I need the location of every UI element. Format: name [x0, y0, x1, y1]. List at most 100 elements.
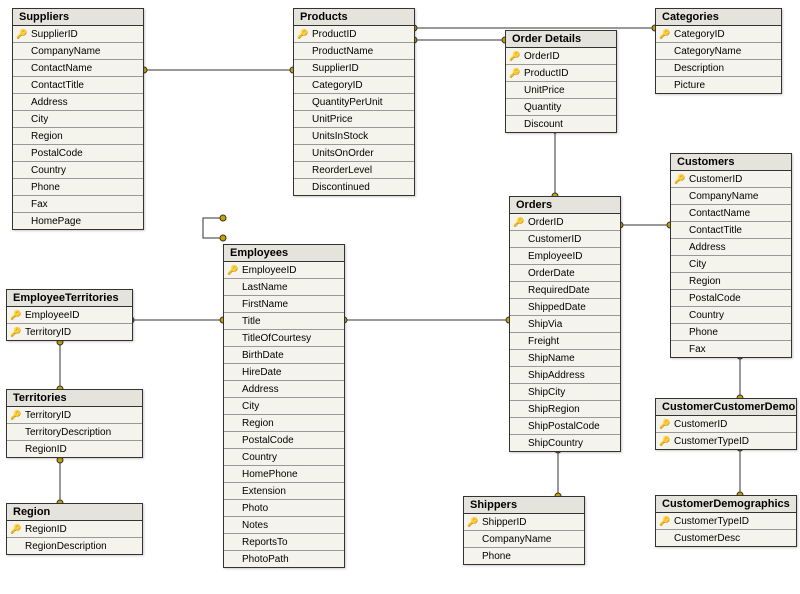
column-row[interactable]: City [671, 256, 791, 273]
column-row[interactable]: ShipCity [510, 384, 620, 401]
column-row[interactable]: CategoryID [294, 77, 414, 94]
column-row[interactable]: Extension [224, 483, 344, 500]
entity-products[interactable]: Products 🔑ProductIDProductNameSupplierID… [293, 8, 415, 196]
column-row[interactable]: Notes [224, 517, 344, 534]
entity-header[interactable]: Order Details [506, 31, 616, 48]
column-row[interactable]: Freight [510, 333, 620, 350]
column-row[interactable]: Region [224, 415, 344, 432]
column-row[interactable]: PostalCode [671, 290, 791, 307]
column-row[interactable]: ShipPostalCode [510, 418, 620, 435]
column-row[interactable]: 🔑CategoryID [656, 26, 781, 43]
entity-header[interactable]: Customers [671, 154, 791, 171]
entity-customer-demographics[interactable]: CustomerDemographics 🔑CustomerTypeIDCust… [655, 495, 797, 547]
column-row[interactable]: FirstName [224, 296, 344, 313]
column-row[interactable]: Photo [224, 500, 344, 517]
column-row[interactable]: Address [671, 239, 791, 256]
column-row[interactable]: OrderDate [510, 265, 620, 282]
column-row[interactable]: ShipAddress [510, 367, 620, 384]
column-row[interactable]: 🔑ShipperID [464, 514, 584, 531]
column-row[interactable]: Phone [464, 548, 584, 564]
column-row[interactable]: RequiredDate [510, 282, 620, 299]
column-row[interactable]: 🔑ProductID [506, 65, 616, 82]
column-row[interactable]: Phone [671, 324, 791, 341]
column-row[interactable]: 🔑CustomerTypeID [656, 433, 796, 449]
column-row[interactable]: BirthDate [224, 347, 344, 364]
column-row[interactable]: 🔑OrderID [506, 48, 616, 65]
entity-header[interactable]: CustomerDemographics [656, 496, 796, 513]
column-row[interactable]: CategoryName [656, 43, 781, 60]
column-row[interactable]: UnitsInStock [294, 128, 414, 145]
column-row[interactable]: 🔑SupplierID [13, 26, 143, 43]
column-row[interactable]: Address [13, 94, 143, 111]
column-row[interactable]: HireDate [224, 364, 344, 381]
column-row[interactable]: 🔑CustomerID [656, 416, 796, 433]
column-row[interactable]: ContactName [13, 60, 143, 77]
column-row[interactable]: Address [224, 381, 344, 398]
column-row[interactable]: CompanyName [671, 188, 791, 205]
column-row[interactable]: EmployeeID [510, 248, 620, 265]
entity-customers[interactable]: Customers 🔑CustomerIDCompanyNameContactN… [670, 153, 792, 358]
column-row[interactable]: HomePhone [224, 466, 344, 483]
entity-categories[interactable]: Categories 🔑CategoryIDCategoryNameDescri… [655, 8, 782, 94]
entity-header[interactable]: Products [294, 9, 414, 26]
column-row[interactable]: UnitPrice [506, 82, 616, 99]
column-row[interactable]: 🔑TerritoryID [7, 324, 132, 340]
column-row[interactable]: TerritoryDescription [7, 424, 142, 441]
entity-header[interactable]: Categories [656, 9, 781, 26]
column-row[interactable]: Country [671, 307, 791, 324]
column-row[interactable]: 🔑TerritoryID [7, 407, 142, 424]
entity-header[interactable]: Orders [510, 197, 620, 214]
column-row[interactable]: PhotoPath [224, 551, 344, 567]
column-row[interactable]: Description [656, 60, 781, 77]
column-row[interactable]: ContactTitle [671, 222, 791, 239]
column-row[interactable]: ShipCountry [510, 435, 620, 451]
column-row[interactable]: Quantity [506, 99, 616, 116]
column-row[interactable]: SupplierID [294, 60, 414, 77]
column-row[interactable]: Country [224, 449, 344, 466]
entity-header[interactable]: Region [7, 504, 142, 521]
column-row[interactable]: TitleOfCourtesy [224, 330, 344, 347]
column-row[interactable]: ShipRegion [510, 401, 620, 418]
column-row[interactable]: CompanyName [464, 531, 584, 548]
column-row[interactable]: Region [671, 273, 791, 290]
column-row[interactable]: City [224, 398, 344, 415]
entity-header[interactable]: Employees [224, 245, 344, 262]
column-row[interactable]: ContactTitle [13, 77, 143, 94]
column-row[interactable]: CustomerDesc [656, 530, 796, 546]
column-row[interactable]: ShipName [510, 350, 620, 367]
entity-header[interactable]: Shippers [464, 497, 584, 514]
column-row[interactable]: Country [13, 162, 143, 179]
column-row[interactable]: CustomerID [510, 231, 620, 248]
column-row[interactable]: Discontinued [294, 179, 414, 195]
entity-territories[interactable]: Territories 🔑TerritoryIDTerritoryDescrip… [6, 389, 143, 458]
column-row[interactable]: Title [224, 313, 344, 330]
entity-header[interactable]: Territories [7, 390, 142, 407]
column-row[interactable]: PostalCode [224, 432, 344, 449]
column-row[interactable]: Phone [13, 179, 143, 196]
column-row[interactable]: 🔑RegionID [7, 521, 142, 538]
entity-employees[interactable]: Employees 🔑EmployeeIDLastNameFirstNameTi… [223, 244, 345, 568]
entity-header[interactable]: Suppliers [13, 9, 143, 26]
column-row[interactable]: ReorderLevel [294, 162, 414, 179]
column-row[interactable]: PostalCode [13, 145, 143, 162]
entity-region[interactable]: Region 🔑RegionIDRegionDescription [6, 503, 143, 555]
column-row[interactable]: 🔑OrderID [510, 214, 620, 231]
column-row[interactable]: 🔑ProductID [294, 26, 414, 43]
entity-customer-customer-demo[interactable]: CustomerCustomerDemo 🔑CustomerID🔑Custome… [655, 398, 797, 450]
column-row[interactable]: ContactName [671, 205, 791, 222]
column-row[interactable]: RegionDescription [7, 538, 142, 554]
column-row[interactable]: Picture [656, 77, 781, 93]
column-row[interactable]: HomePage [13, 213, 143, 229]
entity-order-details[interactable]: Order Details 🔑OrderID🔑ProductIDUnitPric… [505, 30, 617, 133]
column-row[interactable]: Fax [671, 341, 791, 357]
column-row[interactable]: City [13, 111, 143, 128]
column-row[interactable]: Fax [13, 196, 143, 213]
entity-header[interactable]: EmployeeTerritories [7, 290, 132, 307]
column-row[interactable]: ShippedDate [510, 299, 620, 316]
entity-header[interactable]: CustomerCustomerDemo [656, 399, 796, 416]
entity-shippers[interactable]: Shippers 🔑ShipperIDCompanyNamePhone [463, 496, 585, 565]
entity-suppliers[interactable]: Suppliers 🔑SupplierIDCompanyNameContactN… [12, 8, 144, 230]
column-row[interactable]: 🔑CustomerID [671, 171, 791, 188]
column-row[interactable]: Discount [506, 116, 616, 132]
column-row[interactable]: Region [13, 128, 143, 145]
